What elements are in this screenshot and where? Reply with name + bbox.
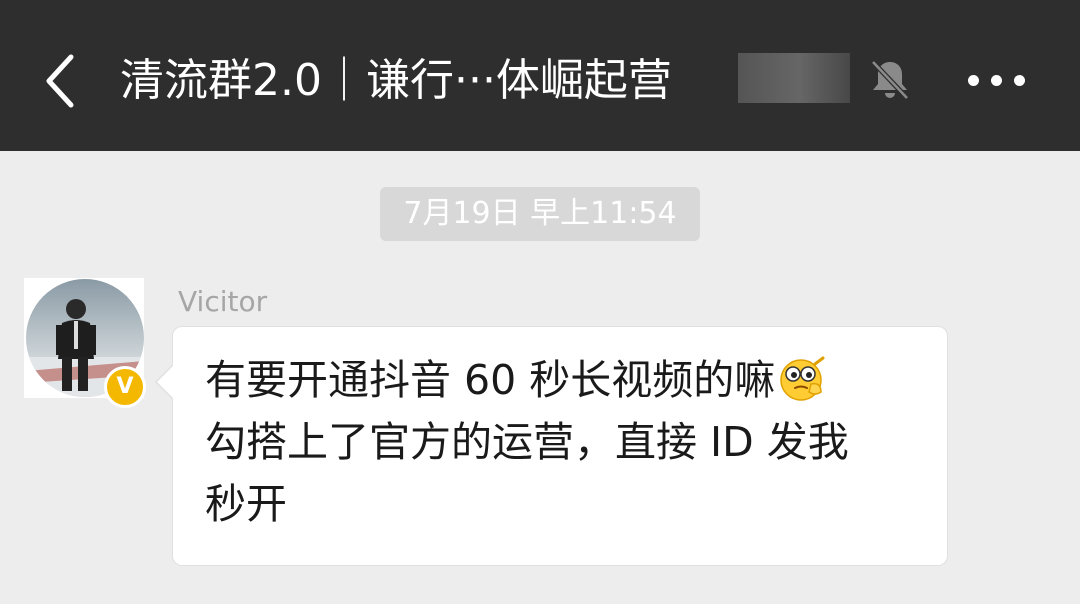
- message-line: 秒开: [205, 480, 287, 528]
- message-text: 有要开通抖音 60 秒长视频的嘛 勾搭上了官方的运营，直接 ID 发我 秒开: [205, 349, 925, 535]
- more-dot: [967, 74, 979, 86]
- bubble-tail: [157, 366, 173, 398]
- verified-badge: V: [104, 366, 146, 408]
- chat-title: 清流群2.0｜谦行···体崛起营: [120, 55, 672, 106]
- thinking-face-emoji-icon: [780, 356, 825, 401]
- top-bar: 清流群2.0｜谦行···体崛起营: [0, 0, 1080, 151]
- message-bubble[interactable]: 有要开通抖音 60 秒长视频的嘛 勾搭上了官方的运营，直接 ID 发我 秒开: [172, 326, 948, 566]
- message-line: 有要开通抖音 60 秒长视频的嘛: [205, 349, 925, 411]
- back-button[interactable]: [30, 46, 90, 116]
- message-timestamp: 7月19日 早上11:54: [380, 187, 700, 241]
- more-dot: [990, 74, 1002, 86]
- message-line: 勾搭上了官方的运营，直接 ID 发我: [205, 418, 849, 466]
- more-dot: [1013, 74, 1025, 86]
- chevron-left-icon: [46, 54, 74, 108]
- more-button[interactable]: [958, 56, 1034, 104]
- sender-name: Vicitor: [178, 285, 268, 318]
- bell-off-icon: [871, 60, 909, 100]
- message-line-text: 有要开通抖音 60 秒长视频的嘛: [205, 356, 776, 404]
- redacted-title-mask: [738, 53, 850, 103]
